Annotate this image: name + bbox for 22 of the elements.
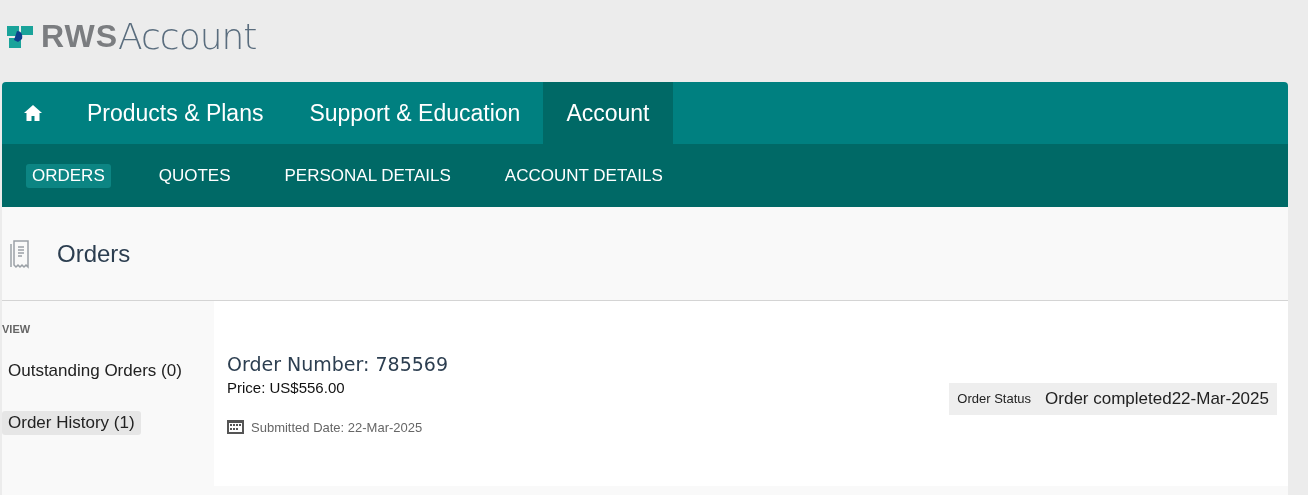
page-title: Orders bbox=[57, 239, 131, 268]
subnav-tab[interactable]: PERSONAL DETAILS bbox=[278, 163, 457, 188]
logo-title: Account bbox=[118, 15, 257, 57]
subnav-tab[interactable]: ACCOUNT DETAILS bbox=[498, 163, 669, 188]
nav-tab[interactable]: Account bbox=[543, 82, 673, 144]
status-value: Order completed22-Mar-2025 bbox=[1045, 388, 1269, 409]
logo-brand: RWS bbox=[41, 17, 119, 55]
nav-tab[interactable]: Products & Plans bbox=[64, 82, 287, 144]
sidebar-item[interactable]: Outstanding Orders (0) bbox=[2, 359, 188, 383]
status-label: Order Status bbox=[957, 391, 1032, 406]
sidebar-item[interactable]: Order History (1) bbox=[2, 411, 141, 435]
order-number: Order Number: 785569 bbox=[227, 352, 448, 375]
calendar-icon bbox=[227, 420, 244, 434]
subnav-tab[interactable]: QUOTES bbox=[152, 163, 237, 188]
order-price: Price: US$556.00 bbox=[227, 378, 346, 396]
subnav-tab[interactable]: ORDERS bbox=[26, 163, 111, 188]
sidebar-heading: VIEW bbox=[2, 323, 32, 335]
submitted-date: Submitted Date: 22-Mar-2025 bbox=[251, 419, 423, 435]
receipt-icon bbox=[10, 238, 32, 269]
home-icon bbox=[24, 105, 42, 121]
nav-tab[interactable]: Support & Education bbox=[286, 82, 544, 144]
logo-icon bbox=[7, 24, 33, 48]
